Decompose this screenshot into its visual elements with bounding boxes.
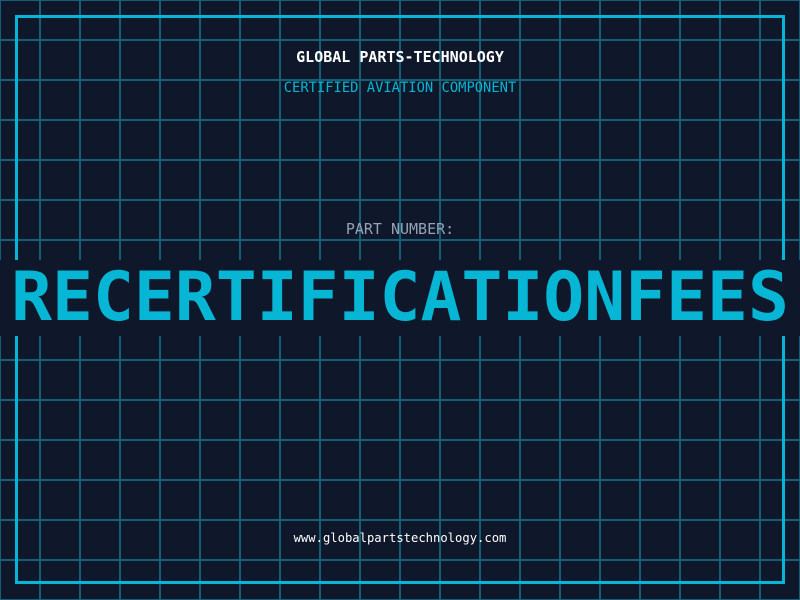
part-number-label: PART NUMBER: bbox=[345, 220, 455, 238]
website-url: www.globalpartstechnology.com bbox=[293, 531, 507, 545]
certification-subtitle: CERTIFIED AVIATION COMPONENT bbox=[283, 80, 517, 96]
part-number-value: RECERTIFICATIONFEES bbox=[11, 258, 789, 337]
company-title: GLOBAL PARTS-TECHNOLOGY bbox=[296, 48, 504, 66]
